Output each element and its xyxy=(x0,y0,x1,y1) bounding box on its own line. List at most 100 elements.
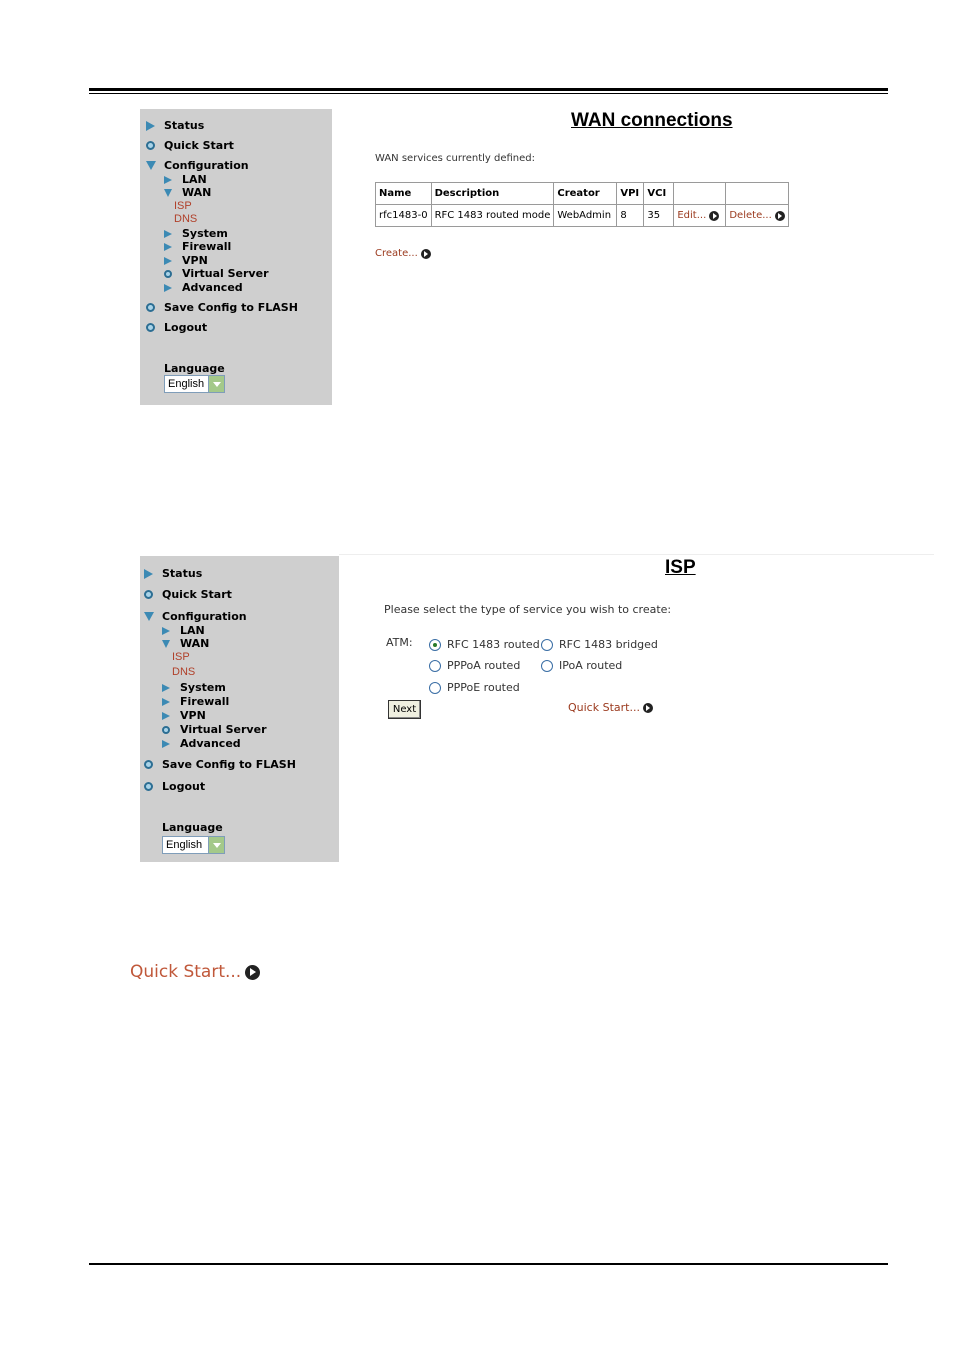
expand-arrow-icon xyxy=(162,711,170,720)
cell-vci: 35 xyxy=(643,204,675,227)
quick-start-link-large[interactable]: Quick Start... xyxy=(130,962,261,982)
cell-edit: Edit... xyxy=(673,204,727,227)
dropdown-arrow-icon[interactable] xyxy=(208,837,224,853)
sidebar-item-lan[interactable]: LAN xyxy=(162,624,205,637)
arrow-right-circle-icon xyxy=(709,210,720,221)
language-select[interactable]: English xyxy=(162,836,225,854)
sidebar-item-status[interactable]: Status xyxy=(146,119,204,132)
sidebar-item-system[interactable]: System xyxy=(164,227,228,240)
table-header-row: Name Description Creator VPI VCI xyxy=(375,182,790,205)
sidebar-item-firewall[interactable]: Firewall xyxy=(164,240,231,253)
sidebar-item-save-config[interactable]: Save Config to FLASH xyxy=(146,301,298,314)
sidebar-item-virtual-server[interactable]: Virtual Server xyxy=(162,723,267,736)
sidebar-panel-1: Status Quick Start Configuration LAN WAN… xyxy=(140,109,332,405)
sidebar-item-lan[interactable]: LAN xyxy=(164,173,207,186)
language-label: Language xyxy=(162,821,223,834)
column-header: Name xyxy=(375,182,432,205)
wan-intro-text: WAN services currently defined: xyxy=(375,153,536,164)
expand-arrow-icon xyxy=(146,120,155,131)
sidebar-item-status[interactable]: Status xyxy=(144,567,202,580)
sidebar-item-logout[interactable]: Logout xyxy=(144,780,205,793)
collapse-arrow-icon xyxy=(162,639,170,648)
collapse-arrow-icon xyxy=(146,161,156,170)
cell-vpi: 8 xyxy=(616,204,645,227)
sidebar-item-system[interactable]: System xyxy=(162,681,226,694)
bullet-icon xyxy=(146,141,155,150)
expand-arrow-icon xyxy=(162,626,170,635)
next-button[interactable]: Next xyxy=(388,700,421,719)
sidebar-item-virtual-server[interactable]: Virtual Server xyxy=(164,267,269,280)
radio-rfc1483-bridged[interactable]: RFC 1483 bridged xyxy=(541,638,658,651)
expand-arrow-icon xyxy=(162,697,170,706)
expand-arrow-icon xyxy=(162,683,170,692)
page-title-isp: ISP xyxy=(665,557,696,578)
sidebar-panel-2: Status Quick Start Configuration LAN WAN… xyxy=(140,556,339,862)
arrow-right-circle-icon xyxy=(642,702,653,713)
column-header xyxy=(673,182,727,205)
sidebar-item-dns[interactable]: DNS xyxy=(172,666,195,678)
page-title-wan-connections: WAN connections xyxy=(571,110,733,131)
cell-creator: WebAdmin xyxy=(553,204,618,227)
wan-connections-table: Name Description Creator VPI VCI rfc1483… xyxy=(375,182,790,227)
sidebar-item-advanced[interactable]: Advanced xyxy=(164,281,243,294)
panel-top-border xyxy=(339,554,934,555)
quick-start-link[interactable]: Quick Start... xyxy=(568,701,653,714)
bullet-icon xyxy=(144,760,153,769)
column-header: Creator xyxy=(553,182,618,205)
cell-delete: Delete... xyxy=(725,204,790,227)
bullet-icon xyxy=(146,303,155,312)
language-select[interactable]: English xyxy=(164,375,225,393)
column-header: VPI xyxy=(616,182,645,205)
arrow-right-circle-icon xyxy=(420,248,431,259)
sidebar-item-vpn[interactable]: VPN xyxy=(164,254,208,267)
language-label: Language xyxy=(164,362,225,375)
radio-rfc1483-routed[interactable]: RFC 1483 routed xyxy=(429,638,540,651)
bullet-icon xyxy=(164,269,172,278)
delete-link[interactable]: Delete... xyxy=(729,210,785,221)
sidebar-item-configuration[interactable]: Configuration xyxy=(146,159,249,172)
sidebar-item-save-config[interactable]: Save Config to FLASH xyxy=(144,758,296,771)
sidebar-item-wan[interactable]: WAN xyxy=(162,637,209,650)
column-header xyxy=(725,182,790,205)
sidebar-item-isp[interactable]: ISP xyxy=(172,651,190,663)
sidebar-item-configuration[interactable]: Configuration xyxy=(144,610,247,623)
expand-arrow-icon xyxy=(164,175,172,184)
radio-pppoa-routed[interactable]: PPPoA routed xyxy=(429,659,520,672)
arrow-right-circle-icon xyxy=(245,964,261,980)
edit-link[interactable]: Edit... xyxy=(677,210,720,221)
sidebar-item-wan[interactable]: WAN xyxy=(164,186,211,199)
sidebar-item-dns[interactable]: DNS xyxy=(174,213,197,225)
arrow-right-circle-icon xyxy=(774,210,785,221)
collapse-arrow-icon xyxy=(164,188,172,197)
expand-arrow-icon xyxy=(164,229,172,238)
column-header: Description xyxy=(430,182,555,205)
expand-arrow-icon xyxy=(164,256,172,265)
bullet-icon xyxy=(162,725,170,734)
sidebar-item-advanced[interactable]: Advanced xyxy=(162,737,241,750)
sidebar-item-vpn[interactable]: VPN xyxy=(162,709,206,722)
header-rule-thick xyxy=(89,88,888,91)
radio-pppoe-routed[interactable]: PPPoE routed xyxy=(429,681,520,694)
create-link[interactable]: Create... xyxy=(375,248,431,259)
sidebar-item-logout[interactable]: Logout xyxy=(146,321,207,334)
expand-arrow-icon xyxy=(164,283,172,292)
cell-name: rfc1483-0 xyxy=(375,204,432,227)
collapse-arrow-icon xyxy=(144,612,154,621)
radio-ipoa-routed[interactable]: IPoA routed xyxy=(541,659,622,672)
isp-intro-text: Please select the type of service you wi… xyxy=(384,603,672,616)
expand-arrow-icon xyxy=(164,242,172,251)
bullet-icon xyxy=(144,782,153,791)
atm-label: ATM: xyxy=(386,636,413,649)
sidebar-item-firewall[interactable]: Firewall xyxy=(162,695,229,708)
sidebar-item-isp[interactable]: ISP xyxy=(174,200,192,212)
cell-description: RFC 1483 routed mode xyxy=(430,204,555,227)
table-row: rfc1483-0 RFC 1483 routed mode WebAdmin … xyxy=(375,204,790,227)
column-header: VCI xyxy=(643,182,675,205)
bullet-icon xyxy=(144,590,153,599)
sidebar-item-quick-start[interactable]: Quick Start xyxy=(144,588,232,601)
header-rule-thin xyxy=(89,93,888,94)
sidebar-item-quick-start[interactable]: Quick Start xyxy=(146,139,234,152)
bullet-icon xyxy=(146,323,155,332)
expand-arrow-icon xyxy=(144,568,153,579)
dropdown-arrow-icon[interactable] xyxy=(208,376,224,392)
